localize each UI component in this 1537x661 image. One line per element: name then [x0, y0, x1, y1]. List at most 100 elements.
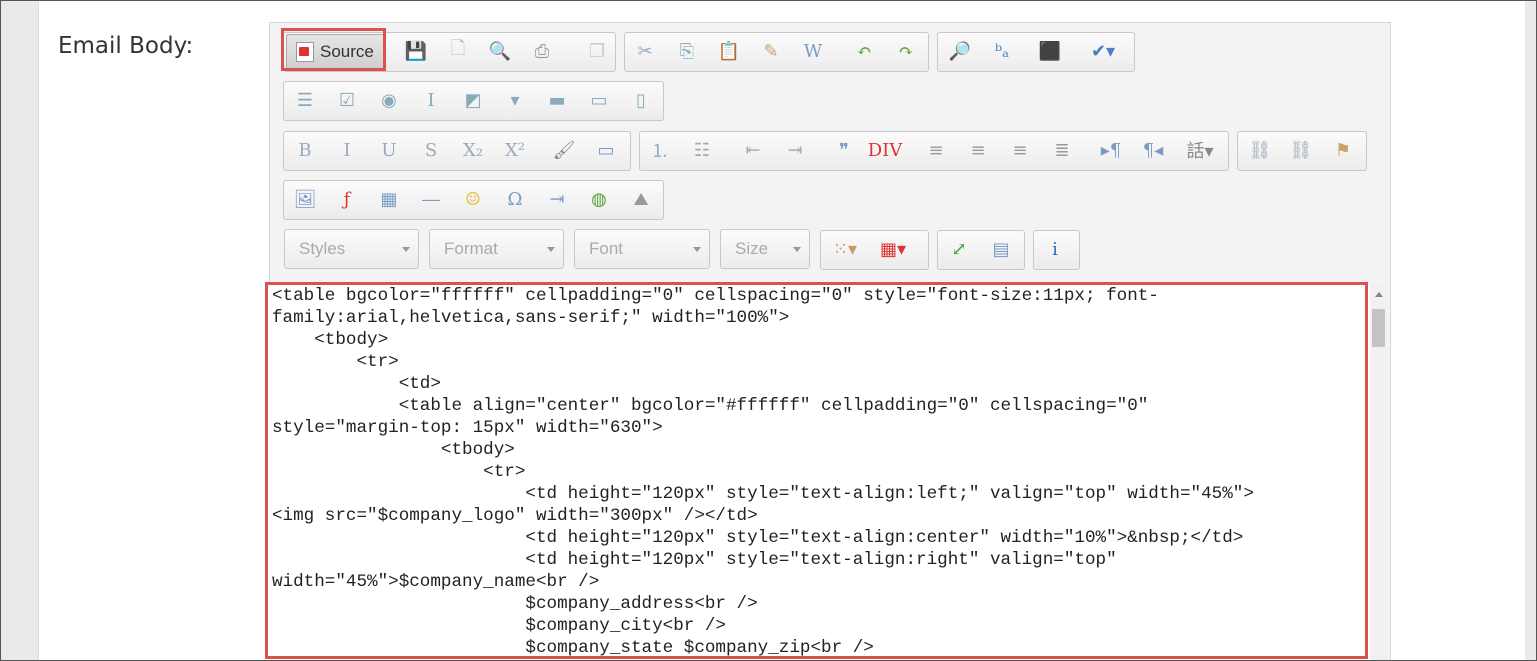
numbered-list-button[interactable]: ⒈ — [642, 131, 678, 169]
language-icon: 話▾ — [1186, 141, 1214, 162]
cut-button[interactable]: ✂ — [627, 32, 663, 70]
size-combo[interactable]: Size — [720, 229, 810, 269]
image-button-icon: ▭ — [590, 89, 608, 111]
unlink-icon: ⛓ — [1289, 139, 1313, 161]
find-button[interactable]: 🔎 — [942, 32, 978, 70]
select-all-icon: ⬛ — [1038, 40, 1062, 62]
outdent-button[interactable]: ⇤ — [735, 131, 771, 169]
textfield-icon: I — [427, 89, 435, 111]
ltr-button[interactable]: ▸¶ — [1093, 131, 1129, 169]
radio-button[interactable]: ◉ — [371, 81, 407, 119]
image-button[interactable]: 🖼 — [287, 180, 323, 218]
align-right-button[interactable]: ≡ — [1002, 131, 1038, 169]
select-all-button[interactable]: ⬛ — [1032, 32, 1068, 70]
unlink-button[interactable]: ⛓ — [1283, 131, 1319, 169]
rtl-button[interactable]: ¶◂ — [1135, 131, 1171, 169]
chevron-down-icon — [793, 247, 801, 252]
chevron-down-icon — [693, 247, 701, 252]
underline-button[interactable]: U — [371, 131, 407, 169]
replace-button[interactable]: ᵇₐ — [984, 32, 1020, 70]
textfield-button[interactable]: I — [413, 81, 449, 119]
styles-combo[interactable]: Styles — [284, 229, 419, 269]
print-button[interactable]: ⎙ — [524, 32, 560, 70]
font-combo[interactable]: Font — [574, 229, 710, 269]
undo-button[interactable]: ↶ — [846, 32, 882, 70]
hidden-field-button[interactable]: ▯ — [623, 81, 659, 119]
copy-button[interactable]: ⎘ — [669, 32, 705, 70]
checkbox-button[interactable]: ☑ — [329, 81, 365, 119]
paste-word-button[interactable]: W — [795, 32, 831, 70]
redo-button[interactable]: ↷ — [888, 32, 924, 70]
button-button[interactable]: ▬ — [539, 81, 575, 119]
vertical-scrollbar[interactable] — [1370, 285, 1387, 660]
language-button[interactable]: 話▾ — [1182, 131, 1218, 169]
spellcheck-button[interactable]: ✔▾ — [1085, 32, 1121, 70]
paste-text-button[interactable]: ✎ — [753, 32, 789, 70]
save-button[interactable]: 💾 — [398, 32, 434, 70]
new-page-button[interactable]: 🗋 — [440, 32, 476, 70]
select-button[interactable]: ▾ — [497, 81, 533, 119]
about-button[interactable]: i — [1037, 230, 1073, 268]
justify-button[interactable]: ≣ — [1044, 131, 1080, 169]
horizontal-rule-button[interactable]: ― — [413, 180, 449, 218]
hidden-field-icon: ▯ — [636, 89, 646, 111]
link-button[interactable]: ⛓ — [1242, 131, 1278, 169]
italic-button[interactable]: I — [329, 131, 365, 169]
image-button-button[interactable]: ▭ — [581, 81, 617, 119]
cut-icon: ✂ — [637, 40, 653, 62]
anchor-icon: ⚑ — [1334, 139, 1352, 161]
align-center-button[interactable]: ≡ — [960, 131, 996, 169]
flash-button[interactable]: ƒ — [329, 180, 365, 218]
paste-button[interactable]: 📋 — [711, 32, 747, 70]
font-combo-label: Font — [589, 239, 624, 258]
copy-format-button[interactable]: ▭ — [588, 131, 624, 169]
scrollbar-thumb[interactable] — [1372, 309, 1385, 347]
textarea-button[interactable]: ◩ — [455, 81, 491, 119]
align-left-button[interactable]: ≡ — [918, 131, 954, 169]
new-page-icon: 🗋 — [450, 38, 466, 59]
smiley-icon: ☺ — [464, 188, 482, 210]
bg-color-button[interactable]: ▦▾ — [875, 230, 911, 268]
justify-icon: ≣ — [1054, 139, 1070, 161]
source-area-highlight — [265, 282, 1368, 659]
strike-button[interactable]: S — [413, 131, 449, 169]
spellcheck-icon: ✔▾ — [1090, 40, 1116, 62]
template-image-button[interactable]: ⛰ — [623, 180, 659, 218]
text-color-icon: ⁙▾ — [832, 238, 858, 260]
bulleted-list-icon: ☷ — [693, 139, 711, 161]
special-char-button[interactable]: Ω — [497, 180, 533, 218]
table-button[interactable]: ▦ — [371, 180, 407, 218]
preview-button[interactable]: 🔍 — [482, 32, 518, 70]
window-frame: Email Body: Source 💾 🗋 🔍 ⎙ ❐ ✂ ⎘ 📋 ✎ W ↶ ↷ 🔎 ᵇₐ ⬛ ✔▾ ☰ ☑… — [0, 0, 1537, 661]
subscript-button[interactable]: X₂ — [455, 131, 491, 169]
form-icon: ☰ — [296, 89, 314, 111]
radio-icon: ◉ — [381, 89, 397, 111]
size-combo-label: Size — [735, 239, 769, 258]
anchor-button[interactable]: ⚑ — [1325, 131, 1361, 169]
bulleted-list-button[interactable]: ☷ — [684, 131, 720, 169]
form-button[interactable]: ☰ — [287, 81, 323, 119]
checkbox-icon: ☑ — [338, 89, 356, 111]
smiley-button[interactable]: ☺ — [455, 180, 491, 218]
maximize-button[interactable]: ⤢ — [941, 230, 977, 268]
superscript-button[interactable]: X² — [497, 131, 533, 169]
strike-icon: S — [424, 139, 438, 161]
text-color-button[interactable]: ⁙▾ — [827, 230, 863, 268]
copy-icon: ⎘ — [679, 40, 695, 62]
show-blocks-button[interactable]: ▤ — [983, 230, 1019, 268]
iframe-button[interactable]: ◍ — [581, 180, 617, 218]
save-icon: 💾 — [404, 40, 428, 62]
special-char-icon: Ω — [507, 188, 523, 210]
templates-button[interactable]: ❐ — [579, 32, 615, 70]
format-combo[interactable]: Format — [429, 229, 564, 269]
blockquote-button[interactable]: ❞ — [826, 131, 862, 169]
indent-button[interactable]: ⇥ — [777, 131, 813, 169]
template-image-icon: ⛰ — [633, 188, 649, 210]
replace-icon: ᵇₐ — [994, 40, 1010, 62]
undo-icon: ↶ — [856, 40, 872, 62]
page-break-button[interactable]: ⇥ — [539, 180, 575, 218]
div-button[interactable]: DIV — [867, 131, 903, 169]
scroll-up-arrow-icon[interactable] — [1375, 292, 1383, 297]
bold-button[interactable]: B — [287, 131, 323, 169]
remove-format-button[interactable]: 🖌 — [546, 131, 582, 169]
